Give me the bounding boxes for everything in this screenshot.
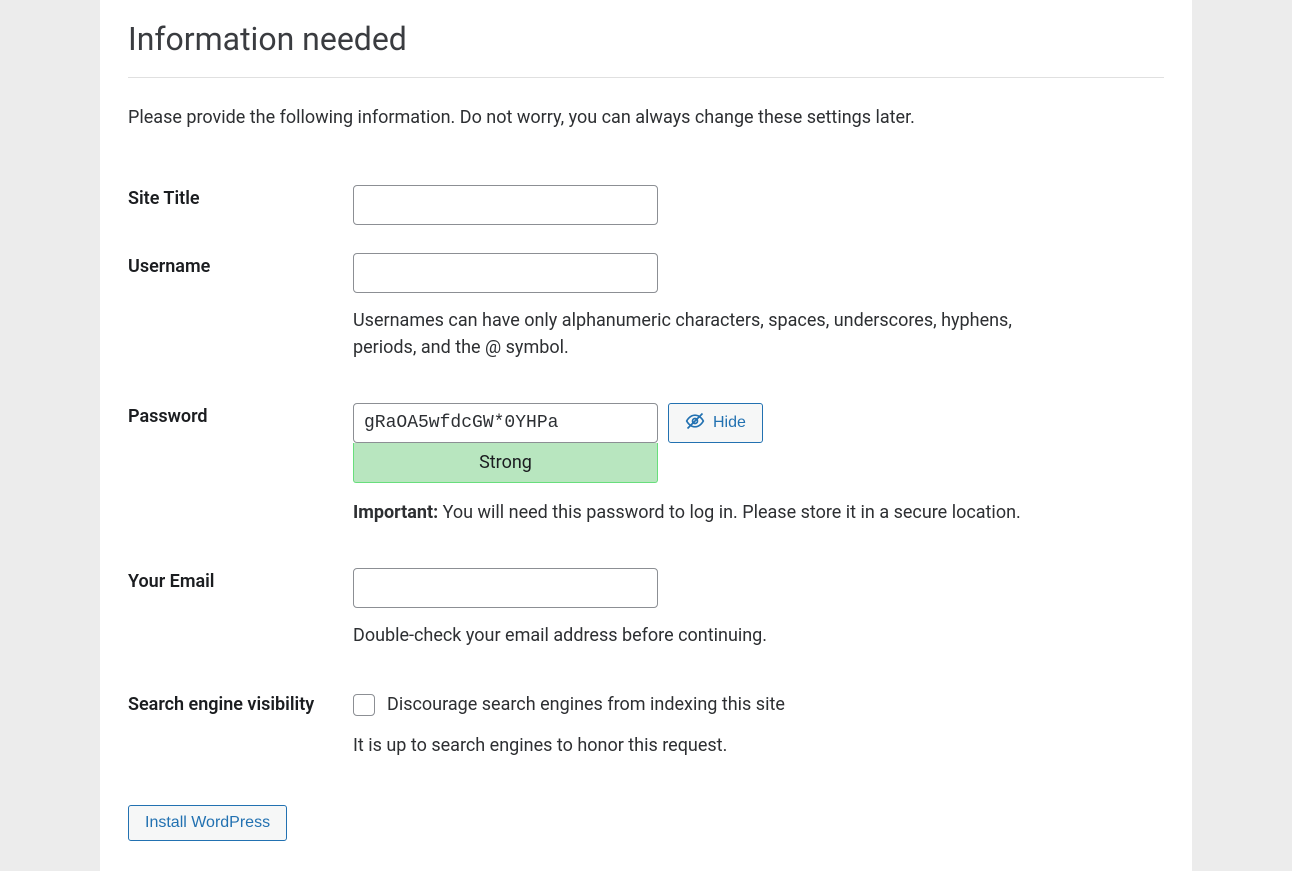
site-title-label: Site Title [128,188,200,209]
eye-slash-icon [685,411,705,436]
password-important-note: Important: You will need this password t… [353,499,1164,526]
password-input[interactable] [353,403,658,443]
install-wordpress-button[interactable]: Install WordPress [128,805,287,841]
username-input[interactable] [353,253,658,293]
hide-password-button[interactable]: Hide [668,403,763,443]
password-label: Password [128,406,208,427]
hide-button-label: Hide [713,414,746,432]
install-card: Information needed Please provide the fo… [100,0,1192,871]
search-visibility-hint: It is up to search engines to honor this… [353,732,1073,759]
email-label: Your Email [128,571,214,592]
site-title-input[interactable] [353,185,658,225]
form-table: Site Title Username Usernames can have o… [128,171,1164,773]
username-label: Username [128,256,210,277]
important-text: You will need this password to log in. P… [438,502,1021,523]
search-visibility-label: Search engine visibility [128,694,314,715]
search-visibility-checkbox-label: Discourage search engines from indexing … [387,691,785,718]
search-visibility-checkbox[interactable] [353,694,375,716]
intro-text: Please provide the following information… [128,104,1164,131]
email-hint: Double-check your email address before c… [353,622,1073,649]
important-prefix: Important: [353,502,438,523]
password-strength-meter: Strong [353,443,658,483]
page-heading: Information needed [128,15,1164,78]
username-hint: Usernames can have only alphanumeric cha… [353,307,1073,361]
email-input[interactable] [353,568,658,608]
